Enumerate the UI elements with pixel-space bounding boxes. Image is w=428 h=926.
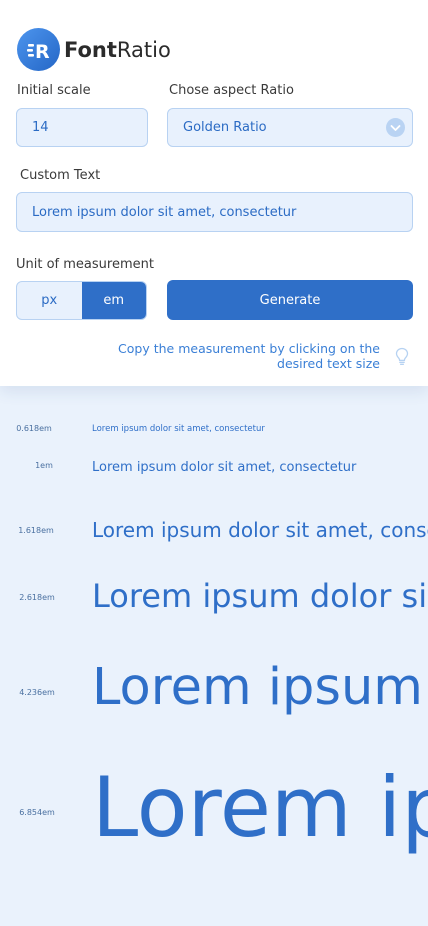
scale-sample-text[interactable]: Lorem ipsum dolor sit amet, consectetur [92,461,356,474]
generate-button[interactable]: Generate [167,280,413,320]
unit-px-option[interactable]: px [17,282,82,319]
brand-name-bold: Font [64,37,117,62]
logo-badge-icon: R [17,28,60,71]
lightbulb-icon [395,347,409,370]
scale-row[interactable]: 0.618em Lorem ipsum dolor sit amet, cons… [0,420,428,440]
initial-scale-input[interactable] [32,120,147,135]
logo: R FontRatio [17,28,171,71]
scale-size-label[interactable]: 4.236em [8,688,66,697]
brand-name-regular: Ratio [116,37,171,62]
scale-sample-text[interactable]: Lorem ipsum dolor sit amet, consectetur [92,662,428,713]
custom-text-label: Custom Text [20,168,101,183]
scale-size-label[interactable]: 1.618em [7,526,65,535]
scale-row[interactable]: 4.236em Lorem ipsum dolor sit amet, cons… [0,650,428,726]
scale-size-label[interactable]: 1em [15,461,73,470]
scale-size-label[interactable]: 0.618em [5,424,63,433]
scale-sample-text[interactable]: Lorem ipsum dolor sit amet, consectetur [92,425,265,434]
scale-size-label[interactable]: 2.618em [8,593,66,602]
aspect-ratio-label: Chose aspect Ratio [169,83,294,98]
scale-size-label[interactable]: 6.854em [8,808,66,817]
settings-panel: R FontRatio Initial scale Chose aspect R… [0,0,428,386]
scale-sample-text[interactable]: Lorem ipsum dolor sit amet, consectetur [92,766,428,849]
initial-scale-label: Initial scale [17,83,91,98]
aspect-ratio-value: Golden Ratio [183,120,267,135]
chevron-down-icon[interactable] [386,118,405,137]
unit-em-option[interactable]: em [81,282,146,319]
custom-text-field[interactable] [16,192,413,232]
brand-name: FontRatio [64,38,171,62]
scale-row[interactable]: 6.854em Lorem ipsum dolor sit amet, cons… [0,756,428,860]
scale-sample-text[interactable]: Lorem ipsum dolor sit amet, consectetur [92,580,428,612]
unit-label: Unit of measurement [16,257,154,272]
initial-scale-field[interactable] [16,108,148,147]
scale-sample-text[interactable]: Lorem ipsum dolor sit amet, consectetur [92,520,428,540]
copy-hint: Copy the measurement by clicking on the … [118,341,380,371]
scale-row[interactable]: 1.618em Lorem ipsum dolor sit amet, cons… [0,512,428,548]
scale-row[interactable]: 2.618em Lorem ipsum dolor sit amet, cons… [0,572,428,622]
svg-text:R: R [35,41,50,61]
aspect-ratio-select[interactable]: Golden Ratio [167,108,413,147]
scale-row[interactable]: 1em Lorem ipsum dolor sit amet, consecte… [0,456,428,480]
custom-text-input[interactable] [32,204,412,220]
unit-toggle: px em [16,281,147,320]
